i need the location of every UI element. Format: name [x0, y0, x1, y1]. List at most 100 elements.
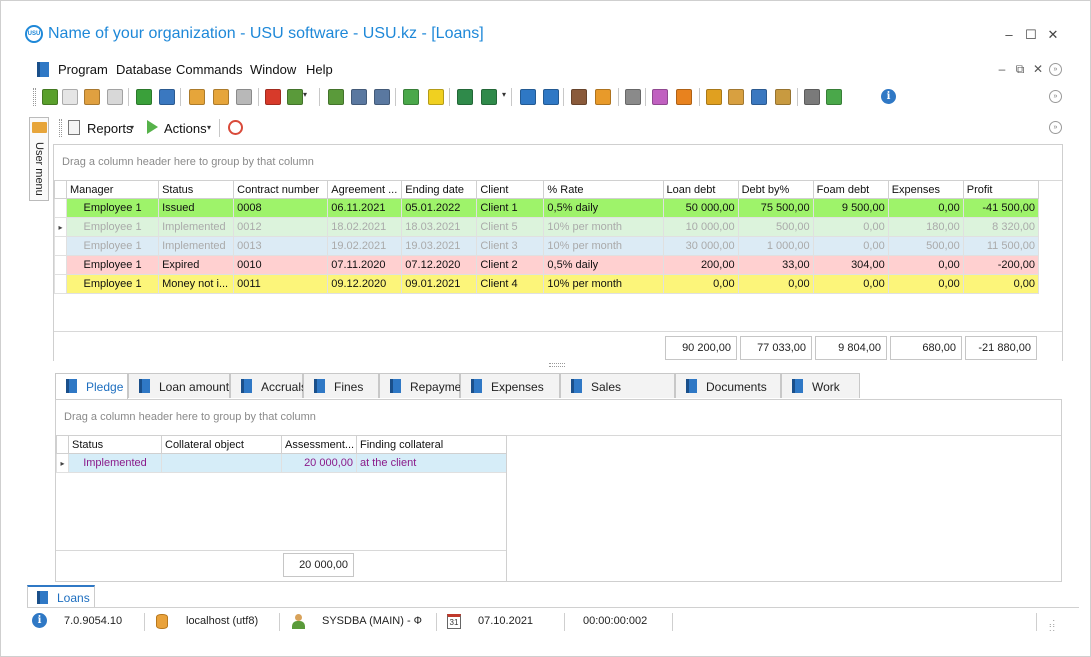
menu-commands[interactable]: Commands: [176, 62, 242, 77]
expand-icon[interactable]: [351, 89, 367, 105]
cell-agreement[interactable]: 18.02.2021: [327, 217, 403, 237]
menu-database[interactable]: Database: [116, 62, 172, 77]
rss-icon[interactable]: [676, 89, 692, 105]
maximize-button[interactable]: ☐: [1023, 27, 1039, 43]
actions-dropdown-icon[interactable]: ▾: [207, 123, 211, 132]
column-header-contract-number[interactable]: Contract number: [233, 180, 329, 199]
copy-icon[interactable]: [62, 89, 78, 105]
column-header-status[interactable]: Status: [158, 180, 235, 199]
cell-profit[interactable]: -200,00: [962, 255, 1040, 275]
cell-debt-by[interactable]: 33,00: [737, 255, 814, 275]
exit-icon[interactable]: [571, 89, 587, 105]
cell-status[interactable]: Issued: [158, 198, 235, 218]
menu-scroll-icon[interactable]: »: [1049, 63, 1062, 76]
cell-loan-debt[interactable]: 200,00: [662, 255, 739, 275]
import-icon[interactable]: [481, 89, 497, 105]
mdi-minimize-button[interactable]: –: [995, 62, 1009, 76]
column-header-agreement[interactable]: Agreement ...: [327, 180, 403, 199]
cell-contract-number[interactable]: 0013: [233, 236, 329, 256]
cell-loan-debt[interactable]: 0,00: [662, 274, 739, 294]
loan-row[interactable]: Employee 1 Money not i... 0011 09.12.2020 09…: [54, 274, 1040, 294]
cell-ending-date[interactable]: 18.03.2021: [401, 217, 478, 237]
cell-agreement[interactable]: 19.02.2021: [327, 236, 403, 256]
cell-expenses[interactable]: 500,00: [887, 236, 964, 256]
column-header-debt-by[interactable]: Debt by%: [737, 180, 814, 199]
actions-button[interactable]: Actions: [164, 121, 207, 136]
tab-documents[interactable]: Documents: [675, 373, 781, 398]
tab-fines[interactable]: Fines: [303, 373, 379, 398]
toolbar-dropdown-icon[interactable]: ▾: [303, 90, 307, 99]
cell-foam-debt[interactable]: 304,00: [812, 255, 889, 275]
loan-row[interactable]: Employee 1 Issued 0008 06.11.2021 05.01.2022…: [54, 198, 1040, 218]
cell-foam-debt[interactable]: 0,00: [812, 274, 889, 294]
cell-debt-by[interactable]: 75 500,00: [737, 198, 814, 218]
cell-manager[interactable]: Employee 1: [65, 217, 160, 237]
filter-clear-icon[interactable]: [213, 89, 229, 105]
tab-repayment[interactable]: Repayment: [379, 373, 471, 398]
table-icon[interactable]: [775, 89, 791, 105]
column-header-profit[interactable]: Profit: [962, 180, 1040, 199]
close-button[interactable]: ✕: [1045, 27, 1061, 43]
panel-splitter[interactable]: [549, 363, 565, 367]
cell-profit[interactable]: 0,00: [962, 274, 1040, 294]
search-icon[interactable]: [159, 89, 175, 105]
cell-status[interactable]: Money not i...: [158, 274, 235, 294]
cell--rate[interactable]: 10% per month: [543, 217, 664, 237]
cell-profit[interactable]: -41 500,00: [962, 198, 1040, 218]
cell--rate[interactable]: 0,5% daily: [543, 255, 664, 275]
tab-accruals[interactable]: Accruals: [230, 373, 307, 398]
pledge-row[interactable]: ▸ Implemented 20 000,00 at the client: [56, 453, 507, 473]
flag-icon[interactable]: [265, 89, 281, 105]
loan-row[interactable]: Employee 1 Implemented 0013 19.02.2021 19.03…: [54, 236, 1040, 256]
lock-icon[interactable]: [706, 89, 722, 105]
loan-row[interactable]: Employee 1 Expired 0010 07.11.2020 07.12.202…: [54, 255, 1040, 275]
cell-contract-number[interactable]: 0011: [233, 274, 329, 294]
menu-window[interactable]: Window: [250, 62, 296, 77]
cell-expenses[interactable]: 180,00: [887, 217, 964, 237]
location-pin-icon[interactable]: [595, 89, 611, 105]
loans-window-tab[interactable]: Loans: [27, 585, 95, 607]
toolbar-scroll-icon[interactable]: »: [1049, 90, 1062, 103]
column-header-expenses[interactable]: Expenses: [887, 180, 964, 199]
cell-agreement[interactable]: 06.11.2021: [327, 198, 403, 218]
cell-debt-by[interactable]: 500,00: [737, 217, 814, 237]
cell-expenses[interactable]: 0,00: [887, 255, 964, 275]
minimize-button[interactable]: –: [1001, 27, 1017, 42]
cell-manager[interactable]: Employee 1: [65, 198, 160, 218]
detail-cell-status[interactable]: Implemented: [68, 453, 162, 473]
open-window-icon[interactable]: [543, 89, 559, 105]
reports-button[interactable]: Reports: [87, 121, 133, 136]
toolbar-dropdown-icon[interactable]: ▾: [502, 90, 506, 99]
detail-cell-assessment[interactable]: 20 000,00: [281, 453, 357, 473]
column-header-client[interactable]: Client: [476, 180, 545, 199]
cell-manager[interactable]: Employee 1: [65, 236, 160, 256]
cell-contract-number[interactable]: 0008: [233, 198, 329, 218]
column-header-manager[interactable]: Manager: [65, 180, 160, 199]
pin-tool-icon[interactable]: [751, 89, 767, 105]
export-excel-icon[interactable]: [457, 89, 473, 105]
mdi-close-button[interactable]: ✕: [1031, 62, 1045, 76]
cell-foam-debt[interactable]: 0,00: [812, 236, 889, 256]
cell--rate[interactable]: 0,5% daily: [543, 198, 664, 218]
row-indicator[interactable]: [54, 198, 67, 218]
cell-status[interactable]: Expired: [158, 255, 235, 275]
play-icon[interactable]: [826, 89, 842, 105]
cell-client[interactable]: Client 1: [476, 198, 545, 218]
cell-loan-debt[interactable]: 30 000,00: [662, 236, 739, 256]
toolbar2-scroll-icon[interactable]: »: [1049, 121, 1062, 134]
toolbar2-grip[interactable]: [59, 119, 62, 137]
detail-column-header-finding-collateral[interactable]: Finding collateral: [356, 435, 507, 454]
cell-debt-by[interactable]: 1 000,00: [737, 236, 814, 256]
cell-status[interactable]: Implemented: [158, 217, 235, 237]
add-row-icon[interactable]: [42, 89, 58, 105]
note-icon[interactable]: [428, 89, 444, 105]
detail-column-header-collateral-object[interactable]: Collateral object: [161, 435, 282, 454]
cell--rate[interactable]: 10% per month: [543, 274, 664, 294]
picture-icon[interactable]: [287, 89, 303, 105]
reports-dropdown-icon[interactable]: ▾: [130, 123, 134, 132]
cell-client[interactable]: Client 3: [476, 236, 545, 256]
cell--rate[interactable]: 10% per month: [543, 236, 664, 256]
tab-work[interactable]: Work: [781, 373, 860, 398]
menu-help[interactable]: Help: [306, 62, 333, 77]
cell-agreement[interactable]: 09.12.2020: [327, 274, 403, 294]
